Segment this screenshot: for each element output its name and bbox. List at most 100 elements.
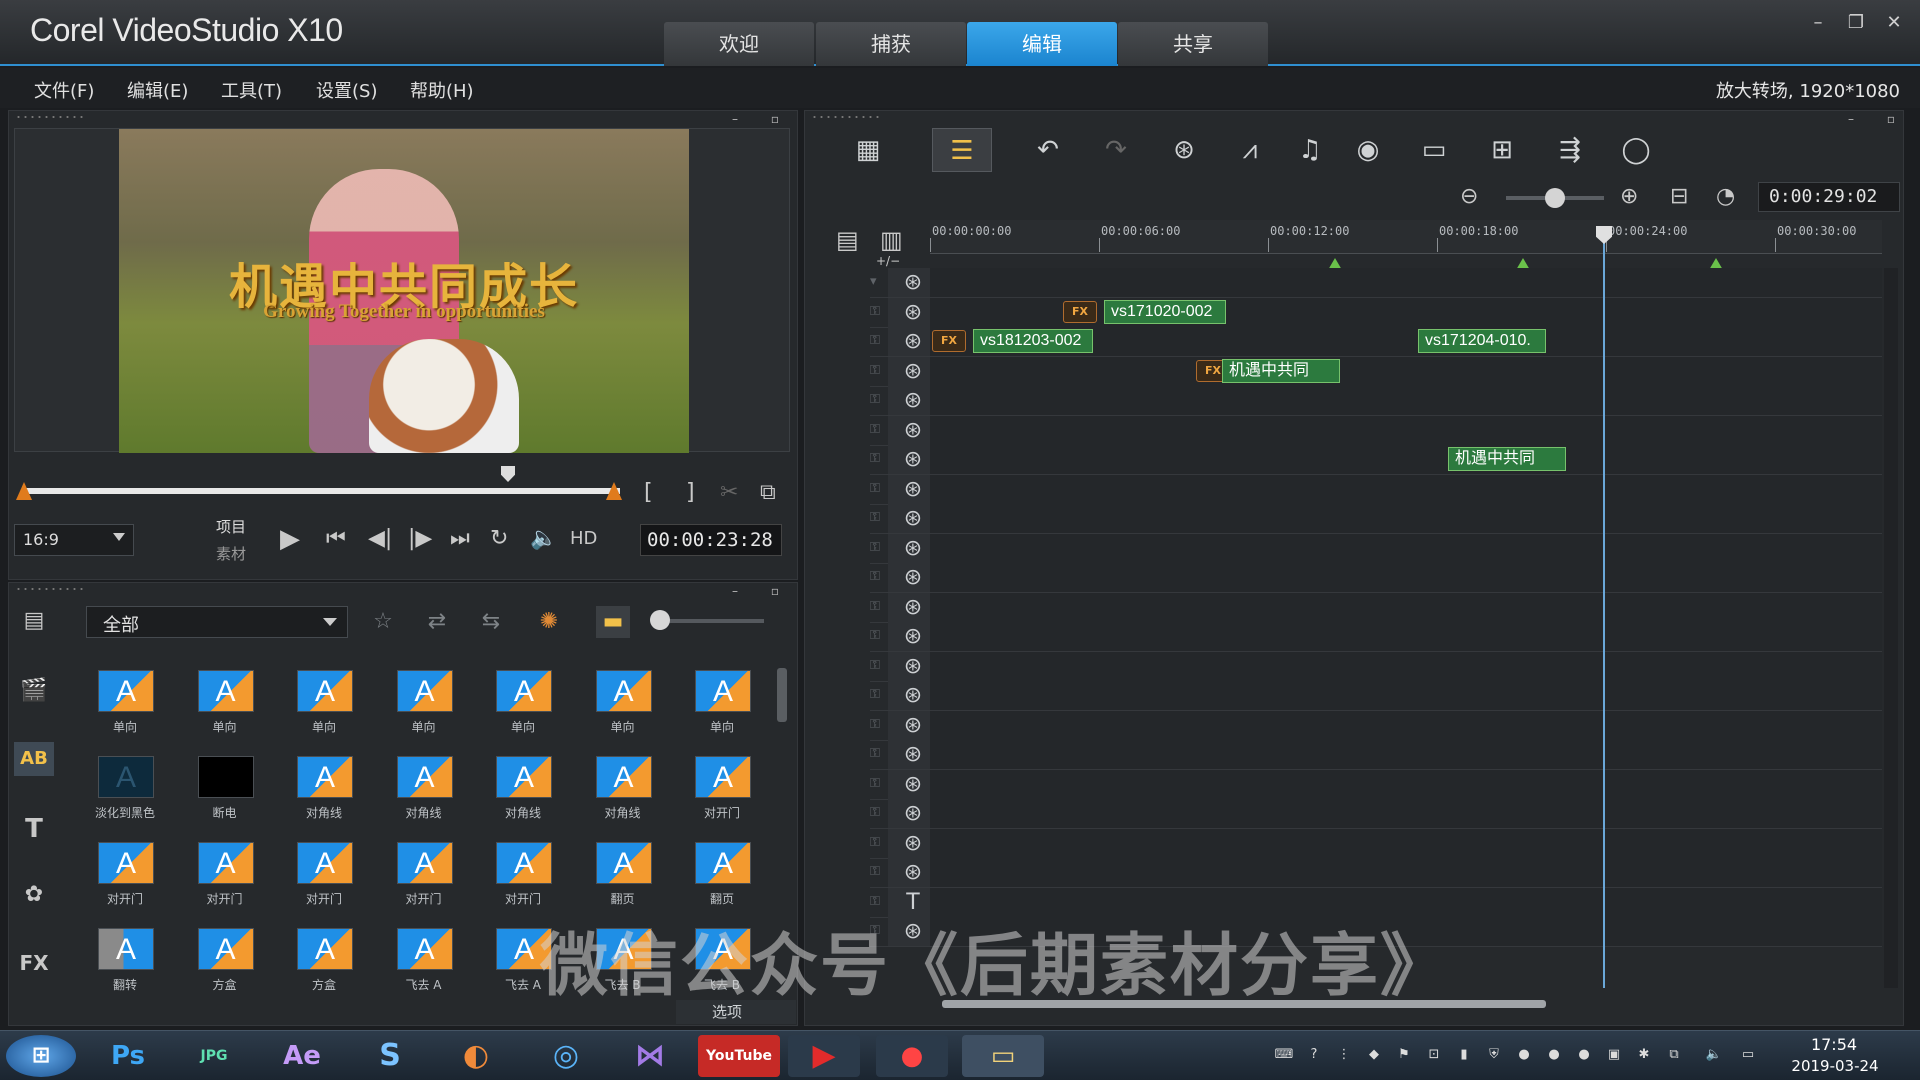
track-lane[interactable] <box>930 622 1882 651</box>
connection-tray-icon[interactable]: ⧉ <box>1664 1047 1684 1065</box>
undo-icon[interactable]: ↶ <box>1018 128 1078 172</box>
transition-thumbnail[interactable]: A 飞去 A <box>377 918 471 1002</box>
close-button[interactable]: ✕ <box>1880 10 1908 36</box>
sogou-task-icon[interactable]: S <box>354 1035 426 1077</box>
photoshop-task-icon[interactable]: Ps <box>92 1035 164 1077</box>
timeline-clip[interactable]: vs171204-010. <box>1418 329 1546 353</box>
track-lock-icon[interactable]: ⚿ <box>870 540 888 555</box>
track-lock-icon[interactable]: ⚿ <box>870 864 888 879</box>
recorder-task-icon[interactable]: ● <box>876 1035 948 1077</box>
track-lock-icon[interactable]: ⚿ <box>870 835 888 850</box>
timecode-field[interactable]: 00:00:23:28 <box>640 524 782 556</box>
fit-project-icon[interactable]: ⊟ <box>1670 184 1688 209</box>
track-lock-icon[interactable]: ⚿ <box>870 333 888 348</box>
transition-thumbnail[interactable]: A 翻页 <box>576 832 670 916</box>
storyboard-view-icon[interactable]: ▦ <box>838 128 898 172</box>
track-lane[interactable] <box>930 651 1882 681</box>
track-lane[interactable] <box>930 592 1882 622</box>
track-lane[interactable] <box>930 415 1882 445</box>
track-lane[interactable] <box>930 268 1882 297</box>
trim-start-marker[interactable] <box>16 482 32 500</box>
go-to-start-icon[interactable]: ⏮ <box>326 526 346 551</box>
network-tray-icon[interactable]: ⊡ <box>1424 1047 1444 1065</box>
browser-task-icon[interactable]: ◎ <box>530 1035 602 1077</box>
timeline-clip[interactable]: 机遇中共同 <box>1222 358 1340 383</box>
panel-minimize-button[interactable]: – <box>727 112 743 126</box>
track-lock-icon[interactable]: ⚿ <box>870 392 888 407</box>
transition-thumbnail[interactable]: A 对角线 <box>377 746 471 830</box>
tab-capture[interactable]: 捕获 <box>816 22 966 66</box>
tab-share[interactable]: 共享 <box>1118 22 1268 66</box>
redo-icon[interactable]: ↷ <box>1086 128 1146 172</box>
track-lane[interactable] <box>930 533 1882 563</box>
track-lock-icon[interactable]: ⚿ <box>870 628 888 643</box>
split-clip-icon[interactable]: ✂ <box>720 480 738 505</box>
transition-thumbnail[interactable]: A 方盒 <box>277 918 371 1002</box>
timeline-clip[interactable]: vs181203-002 <box>973 329 1093 353</box>
bluetooth-tray-icon[interactable]: ✱ <box>1634 1047 1654 1065</box>
transition-thumbnail[interactable]: A 单向 <box>675 660 769 744</box>
transition-thumbnail[interactable]: A 对角线 <box>576 746 670 830</box>
nvidia-tray-icon[interactable]: ▣ <box>1604 1047 1624 1065</box>
track-lane[interactable] <box>930 828 1882 858</box>
visual-studio-task-icon[interactable]: ⋈ <box>614 1035 686 1077</box>
track-lane[interactable] <box>930 445 1882 474</box>
menu-file[interactable]: 文件(F) <box>34 77 94 103</box>
title-icon[interactable]: T <box>14 812 54 846</box>
library-scrollbar[interactable] <box>777 668 787 722</box>
transition-thumbnail[interactable]: A 对角线 <box>277 746 371 830</box>
go-to-end-icon[interactable]: ⏭ <box>450 526 470 551</box>
panel-maximize-button[interactable]: ▫ <box>767 112 783 126</box>
track-lock-icon[interactable]: ⚿ <box>870 746 888 761</box>
sound-mixer-icon[interactable]: ⩘ <box>1220 128 1280 172</box>
panel-minimize-button[interactable]: – <box>1843 112 1859 126</box>
add-favorite-icon[interactable]: ☆ <box>366 606 400 638</box>
filter-fx-icon[interactable]: FX <box>14 946 54 980</box>
transition-thumbnail[interactable]: A 单向 <box>277 660 371 744</box>
record-capture-icon[interactable]: ⊛ <box>1154 128 1214 172</box>
track-lock-icon[interactable]: ⚿ <box>870 717 888 732</box>
mode-clip-label[interactable]: 素材 <box>216 543 246 564</box>
track-lane[interactable] <box>930 740 1882 769</box>
previous-frame-icon[interactable]: ◀| <box>368 526 392 551</box>
transition-thumbnail[interactable]: A 对开门 <box>377 832 471 916</box>
start-button[interactable]: ⊞ <box>6 1035 76 1077</box>
volume-icon[interactable]: 🔈 <box>530 526 557 551</box>
panel-maximize-button[interactable]: ▫ <box>767 584 783 598</box>
track-lock-icon[interactable]: ⚿ <box>870 687 888 702</box>
panel-grip[interactable] <box>15 586 85 592</box>
apply-current-icon[interactable]: ⇆ <box>474 606 508 638</box>
library-filter-select[interactable]: 全部 <box>86 606 348 638</box>
thumbnail-size-knob[interactable] <box>650 610 670 630</box>
track-lane[interactable] <box>930 799 1882 828</box>
transition-thumbnail[interactable]: A 对开门 <box>675 746 769 830</box>
tab-edit[interactable]: 编辑 <box>967 22 1117 66</box>
next-frame-icon[interactable]: |▶ <box>408 526 432 551</box>
fx-badge-icon[interactable]: FX <box>932 330 966 352</box>
track-lane[interactable] <box>930 681 1882 710</box>
motion-tracking-icon[interactable]: ◉ <box>1338 128 1398 172</box>
tab-welcome[interactable]: 欢迎 <box>664 22 814 66</box>
track-lane[interactable] <box>930 710 1882 740</box>
timeline-clip[interactable]: 机遇中共同 <box>1448 447 1566 471</box>
transition-icon[interactable]: AB <box>14 742 54 776</box>
usb-tray-icon[interactable]: ▮ <box>1454 1047 1474 1065</box>
jpg-viewer-task-icon[interactable]: JPG <box>178 1035 250 1077</box>
zoom-out-icon[interactable]: ⊖ <box>1460 184 1478 209</box>
panel-grip[interactable] <box>15 114 85 120</box>
track-collapse-icon[interactable]: ▾ <box>870 274 888 289</box>
volume-tray-icon[interactable]: 🔈 <box>1704 1047 1724 1065</box>
zoom-slider-knob[interactable] <box>1545 188 1565 208</box>
hd-toggle[interactable]: HD <box>570 528 597 549</box>
qq-tray-icon[interactable]: ● <box>1574 1047 1594 1065</box>
play-icon[interactable]: ▶ <box>280 524 300 554</box>
track-lane[interactable] <box>930 356 1882 386</box>
panel-minimize-button[interactable]: – <box>727 584 743 598</box>
auto-music-icon[interactable]: ♫ <box>1280 128 1340 172</box>
transition-thumbnail[interactable]: A 对开门 <box>277 832 371 916</box>
track-lock-icon[interactable]: ⚿ <box>870 363 888 378</box>
after-effects-task-icon[interactable]: Ae <box>266 1035 338 1077</box>
panel-maximize-button[interactable]: ▫ <box>1883 112 1899 126</box>
app-task-icon[interactable]: ◐ <box>440 1035 512 1077</box>
track-lock-icon[interactable]: ⚿ <box>870 451 888 466</box>
